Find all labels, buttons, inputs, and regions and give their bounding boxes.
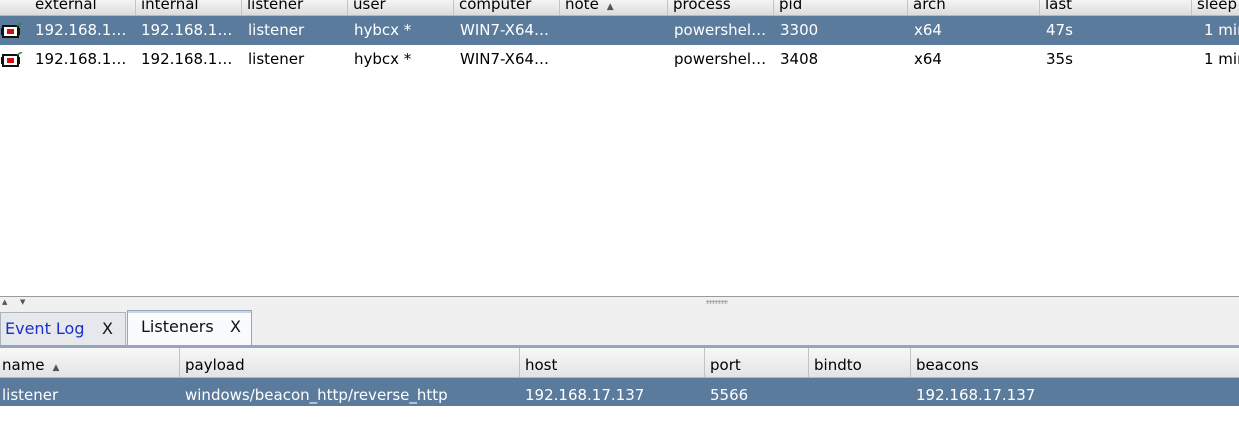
col-header-beacons[interactable]: beacons: [911, 348, 1239, 377]
cell-computer: WIN7-X64…: [460, 50, 550, 68]
beacon-session-icon: [1, 52, 23, 67]
col-header-user[interactable]: user: [348, 0, 454, 15]
col-header-note[interactable]: note ▲: [560, 0, 668, 15]
tab-label: Listeners: [141, 317, 214, 336]
cell-sleep: 1 min: [1204, 50, 1239, 68]
tab-event-log[interactable]: Event Log X: [0, 312, 126, 346]
cell-listener: listener: [248, 21, 305, 39]
cell-arch: x64: [914, 50, 942, 68]
tab-listeners[interactable]: Listeners X: [127, 310, 252, 346]
cell-process: powershel…: [674, 21, 767, 39]
cell-pid: 3300: [780, 21, 819, 39]
session-row[interactable]: 192.168.1… 192.168.1… listener hybcx * W…: [0, 45, 1239, 74]
cell-arch: x64: [914, 21, 942, 39]
cell-note: [566, 45, 664, 74]
cell-payload: windows/beacon_http/reverse_http: [185, 386, 448, 404]
col-header-listener[interactable]: listener: [242, 0, 348, 15]
session-row[interactable]: 192.168.1… 192.168.1… listener hybcx * W…: [0, 16, 1239, 45]
cell-pid: 3408: [780, 50, 819, 68]
col-header-payload[interactable]: payload: [180, 348, 520, 377]
close-icon[interactable]: X: [102, 313, 113, 345]
col-header-port[interactable]: port: [705, 348, 809, 377]
col-header-name[interactable]: name ▲: [0, 348, 180, 377]
sort-ascending-icon: ▲: [52, 363, 60, 373]
listeners-table: name ▲ payload host port bindto beacons l…: [0, 348, 1239, 429]
sessions-table: external internal listener user computer…: [0, 0, 1239, 296]
collapse-up-icon[interactable]: ▲: [2, 298, 7, 306]
col-header-computer[interactable]: computer: [454, 0, 560, 15]
beacon-session-icon: [1, 23, 23, 38]
col-header-arch[interactable]: arch: [908, 0, 1040, 15]
col-header-process[interactable]: process: [668, 0, 774, 15]
tab-bar: Event Log X Listeners X: [0, 310, 1239, 346]
split-pane-divider[interactable]: ▲ ▼: [0, 296, 1239, 311]
sort-ascending-icon: ▲: [606, 2, 614, 12]
cell-external: 192.168.1…: [35, 50, 127, 68]
drag-grip-icon[interactable]: [706, 300, 728, 304]
cell-bindto: [814, 378, 908, 406]
cell-computer: WIN7-X64…: [460, 21, 550, 39]
col-header-pid[interactable]: pid: [774, 0, 908, 15]
listeners-header-row: name ▲ payload host port bindto beacons: [0, 348, 1239, 378]
col-header-external[interactable]: external: [30, 0, 136, 15]
cell-last: 47s: [1046, 21, 1073, 39]
cell-user: hybcx *: [354, 50, 412, 68]
col-header-last[interactable]: last: [1040, 0, 1192, 15]
cell-host: 192.168.17.137: [525, 386, 645, 404]
collapse-down-icon[interactable]: ▼: [20, 298, 25, 306]
cell-listener: listener: [248, 50, 305, 68]
col-header-bindto[interactable]: bindto: [809, 348, 911, 377]
cell-port: 5566: [710, 386, 749, 404]
cell-user: hybcx *: [354, 21, 412, 39]
close-icon[interactable]: X: [230, 311, 241, 343]
col-header-sleep[interactable]: sleep: [1192, 0, 1239, 15]
listener-row[interactable]: listener windows/beacon_http/reverse_htt…: [0, 378, 1239, 406]
cell-internal: 192.168.1…: [141, 21, 233, 39]
cell-beacons: 192.168.17.137: [916, 386, 1036, 404]
cell-sleep: 1 min: [1204, 21, 1239, 39]
cell-last: 35s: [1046, 50, 1073, 68]
cell-note: [566, 16, 664, 45]
sessions-header-row: external internal listener user computer…: [0, 0, 1239, 16]
cell-process: powershel…: [674, 50, 767, 68]
tab-label: Event Log: [5, 319, 85, 338]
col-header-host[interactable]: host: [520, 348, 705, 377]
cell-external: 192.168.1…: [35, 21, 127, 39]
col-header-internal[interactable]: internal: [136, 0, 242, 15]
cell-name: listener: [2, 386, 59, 404]
cell-internal: 192.168.1…: [141, 50, 233, 68]
